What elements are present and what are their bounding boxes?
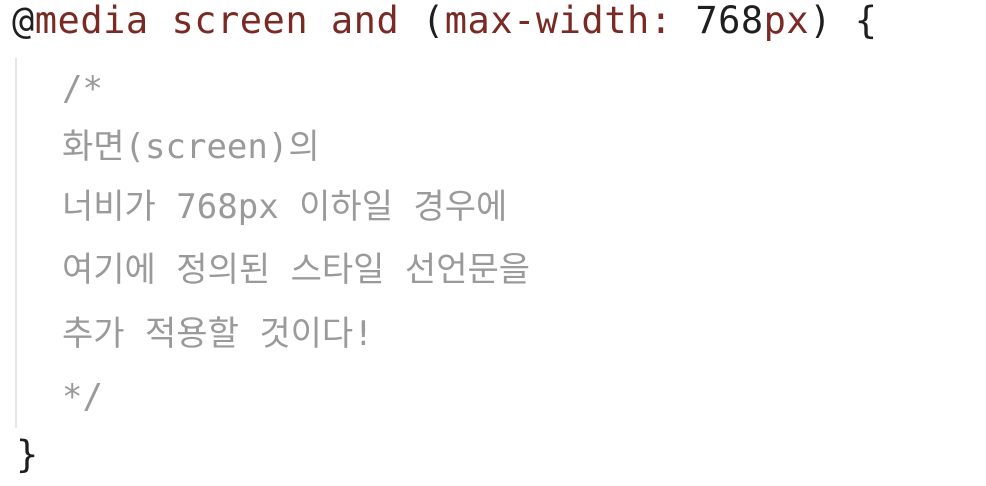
media-feature: max-width:: [444, 0, 673, 42]
closing-brace: }: [16, 433, 39, 476]
close-paren-open-brace: ) {: [809, 0, 878, 42]
feature-value-number: 768: [695, 0, 764, 42]
media-type: screen: [171, 0, 309, 42]
code-view: @media screen and (max-width: 768px) { /…: [0, 0, 986, 486]
comment-line: 너비가 768px 이하일 경우에: [62, 187, 508, 227]
comment-line: */: [62, 377, 103, 417]
media-keyword: media: [34, 0, 149, 42]
media-query-line: @media screen and (max-width: 768px) {: [12, 2, 878, 39]
comment-line: 화면(screen)의: [62, 127, 320, 167]
indent-guide: [15, 58, 17, 428]
comment-line: /*: [62, 69, 103, 109]
media-operator: and: [330, 0, 400, 42]
at-symbol: @: [12, 0, 35, 42]
comment-line: 여기에 정의된 스타일 선언문을: [62, 250, 531, 290]
comment-line: 추가 적용할 것이다!: [62, 314, 374, 354]
feature-value-unit: px: [763, 0, 810, 42]
open-paren: (: [422, 0, 445, 42]
